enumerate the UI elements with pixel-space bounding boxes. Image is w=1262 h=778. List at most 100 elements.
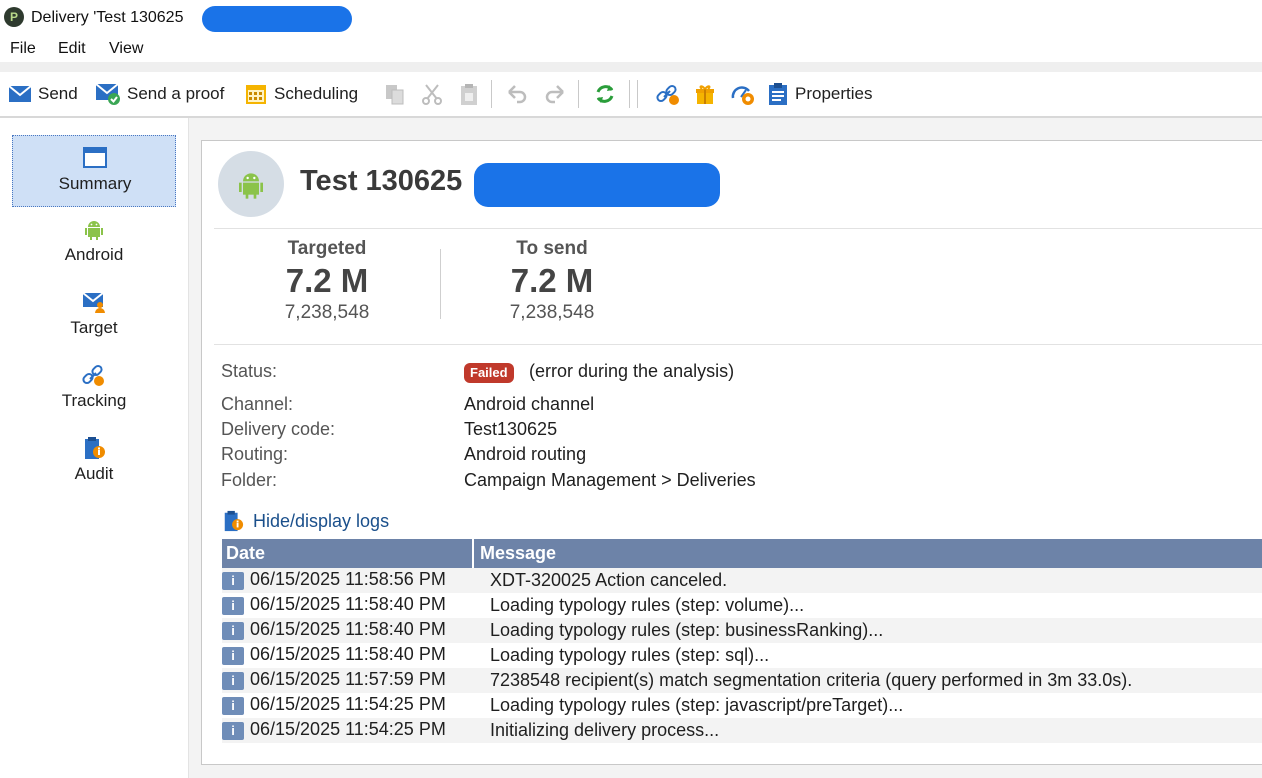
info-icon: i [222, 622, 244, 640]
copy-icon[interactable] [383, 82, 407, 106]
column-header-date[interactable]: Date [222, 539, 474, 568]
info-icon: i [222, 722, 244, 740]
paste-icon[interactable] [457, 82, 481, 106]
table-row[interactable]: i 06/15/2025 11:54:25 PM Initializing de… [222, 718, 1262, 743]
row-message: Loading typology rules (step: sql)... [490, 645, 770, 665]
toolbar-separator [629, 80, 630, 108]
summary-panel: Test 130625 Targeted 7.2 M 7,238,548 To … [201, 140, 1262, 765]
delivery-code-label: Delivery code: [221, 419, 336, 439]
row-message: 7238548 recipient(s) match segmentation … [490, 670, 1133, 690]
toolbar-spacer [0, 62, 1262, 72]
audit-icon [85, 437, 105, 459]
kpi-exact: 7,238,548 [284, 302, 370, 323]
sidebar-item-label: Summary [58, 174, 132, 193]
toolbar: Send Send a proof Scheduling Properties [0, 72, 1262, 118]
delivery-code-value: Test130625 [464, 419, 558, 439]
kpi-label: Targeted [287, 238, 367, 259]
kpi-to-send: To send 7.2 M 7,238,548 [452, 238, 652, 324]
sidebar-item-label: Android [64, 245, 124, 264]
kpi-exact: 7,238,548 [509, 302, 595, 323]
row-message: Loading typology rules (step: javascript… [490, 695, 904, 715]
log-table-header: Date Message [222, 539, 1262, 568]
toolbar-separator [578, 80, 579, 108]
properties-button[interactable]: Properties [767, 82, 872, 106]
info-icon: i [222, 597, 244, 615]
clipboard-icon [769, 83, 787, 105]
toggle-logs-link[interactable]: Hide/display logs [222, 509, 389, 533]
table-row[interactable]: i 06/15/2025 11:58:40 PM Loading typolog… [222, 618, 1262, 643]
sidebar-item-label: Tracking [61, 391, 127, 410]
envelope-icon [8, 85, 32, 102]
divider [214, 344, 1262, 345]
menu-file[interactable]: File [10, 40, 36, 58]
link-icon[interactable] [655, 82, 679, 106]
menu-edit[interactable]: Edit [58, 40, 86, 58]
send-label: Send [38, 84, 78, 103]
android-icon [239, 173, 263, 199]
sidebar-item-tracking[interactable]: Tracking [12, 353, 176, 425]
row-date: 06/15/2025 11:58:56 PM [250, 569, 446, 589]
kpi-divider [440, 249, 441, 319]
divider [214, 228, 1262, 229]
info-icon: i [222, 697, 244, 715]
table-row[interactable]: i 06/15/2025 11:57:59 PM 7238548 recipie… [222, 668, 1262, 693]
calendar-icon [246, 85, 266, 104]
gauge-icon[interactable] [730, 82, 754, 106]
table-row[interactable]: i 06/15/2025 11:54:25 PM Loading typolog… [222, 693, 1262, 718]
gift-icon[interactable] [693, 82, 717, 106]
channel-label: Channel: [221, 394, 294, 414]
info-icon: i [222, 672, 244, 690]
sidebar-item-label: Target [70, 318, 118, 337]
title-bar: P Delivery 'Test 130625 [0, 0, 1262, 36]
menu-view[interactable]: View [109, 40, 143, 58]
redo-icon[interactable] [543, 82, 567, 106]
row-date: 06/15/2025 11:58:40 PM [250, 644, 446, 664]
toolbar-separator [637, 80, 638, 108]
window-icon [83, 147, 107, 168]
send-button[interactable]: Send [8, 82, 78, 106]
channel-value: Android channel [464, 394, 595, 414]
row-message: Loading typology rules (step: volume)... [490, 595, 805, 615]
row-date: 06/15/2025 11:58:40 PM [250, 594, 446, 614]
row-date: 06/15/2025 11:54:25 PM [250, 694, 446, 714]
row-date: 06/15/2025 11:57:59 PM [250, 669, 446, 689]
send-proof-label: Send a proof [127, 84, 225, 103]
menu-bar: File Edit View [0, 36, 1262, 62]
table-row[interactable]: i 06/15/2025 11:58:40 PM Loading typolog… [222, 643, 1262, 668]
kpi-value: 7.2 M [510, 262, 594, 299]
app-logo-icon: P [4, 7, 24, 27]
sidebar: Summary Android Target Tracking Audit [0, 118, 189, 778]
sidebar-item-label: Audit [74, 464, 114, 483]
redaction-mark [474, 163, 720, 207]
status-label: Status: [221, 361, 278, 381]
sidebar-item-target[interactable]: Target [12, 280, 176, 352]
table-row[interactable]: i 06/15/2025 11:58:40 PM Loading typolog… [222, 593, 1262, 618]
scheduling-button[interactable]: Scheduling [244, 82, 358, 106]
page-title: Test 130625 [300, 165, 463, 197]
row-date: 06/15/2025 11:58:40 PM [250, 619, 446, 639]
send-proof-button[interactable]: Send a proof [95, 82, 224, 106]
properties-label: Properties [795, 84, 873, 103]
folder-label: Folder: [221, 470, 278, 490]
sidebar-item-audit[interactable]: Audit [12, 426, 176, 498]
table-row[interactable]: i 06/15/2025 11:58:56 PM XDT-320025 Acti… [222, 568, 1262, 593]
audit-icon [224, 510, 244, 532]
envelope-check-icon [95, 83, 120, 105]
android-icon [85, 221, 103, 240]
window-title: Delivery 'Test 130625 [31, 9, 184, 26]
row-date: 06/15/2025 11:54:25 PM [250, 719, 446, 739]
status-badge: Failed [464, 363, 514, 383]
routing-value: Android routing [464, 444, 587, 464]
info-icon: i [222, 572, 244, 590]
sidebar-item-android[interactable]: Android [12, 207, 176, 279]
refresh-icon[interactable] [593, 82, 617, 106]
sidebar-item-summary[interactable]: Summary [12, 135, 176, 207]
folder-value: Campaign Management > Deliveries [464, 470, 756, 490]
row-message: Loading typology rules (step: businessRa… [490, 620, 884, 640]
redaction-mark [202, 6, 352, 32]
status-note: (error during the analysis) [529, 361, 735, 381]
column-header-message[interactable]: Message [480, 539, 556, 568]
cut-icon[interactable] [420, 82, 444, 106]
undo-icon[interactable] [505, 82, 529, 106]
log-table: Date Message i 06/15/2025 11:58:56 PM XD… [222, 539, 1262, 743]
